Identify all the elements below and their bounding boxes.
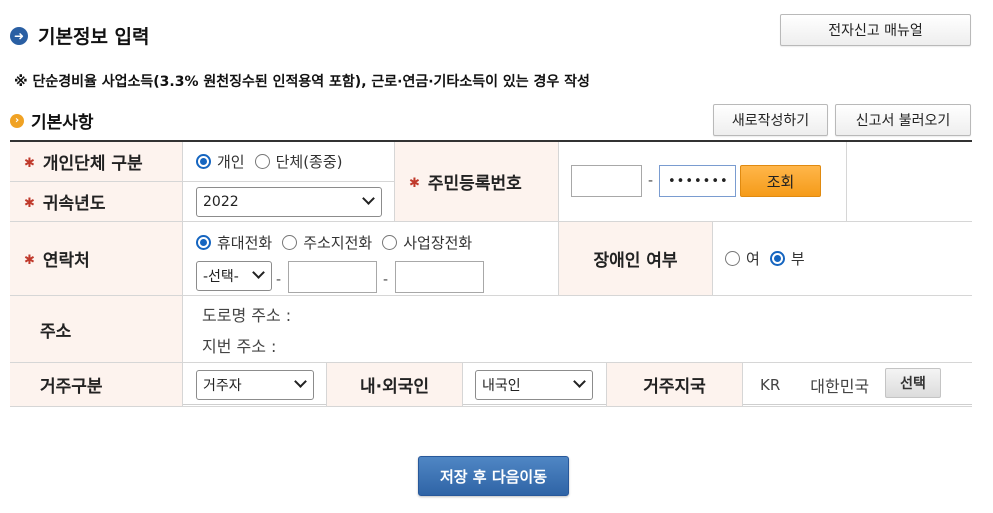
year-value: 2022: [203, 194, 239, 210]
rrn-lookup-button[interactable]: 조회: [740, 165, 821, 197]
residence-value: 거주자: [203, 378, 242, 394]
arrow-circle-icon: ➜: [10, 26, 28, 45]
entity-individual-radio[interactable]: 개인: [196, 151, 245, 172]
required-icon: ✱: [409, 176, 420, 191]
entity-type-label-cell: ✱ 개인단체 구분: [10, 142, 183, 182]
contact-type-options: 휴대전화 주소지전화 사업장전화: [196, 232, 482, 253]
entity-type-label: 개인단체 구분: [42, 154, 143, 174]
entity-type-options: 개인 단체(종중): [183, 142, 395, 182]
disability-no-radio[interactable]: 부: [769, 248, 805, 269]
chevron-down-icon: [252, 266, 265, 279]
year-label-cell: ✱ 귀속년도: [10, 182, 183, 222]
nationality-label: 내·외국인: [359, 377, 430, 397]
road-address: 도로명 주소 :: [202, 305, 292, 325]
phone-separator-1: -: [276, 272, 282, 288]
nationality-select[interactable]: 내국인: [475, 370, 593, 400]
disability-yes-radio[interactable]: 여: [725, 248, 760, 269]
contact-mobile-radio[interactable]: 휴대전화: [196, 232, 272, 253]
contact-work-label: 사업장전화: [403, 234, 473, 252]
country-code: KR: [760, 375, 781, 394]
rrn-front-input[interactable]: [571, 165, 642, 197]
entity-group-radio[interactable]: 단체(종중): [254, 151, 343, 172]
page-title: 기본정보 입력: [38, 26, 150, 48]
save-next-button[interactable]: 저장 후 다음이동: [418, 456, 569, 496]
residence-label: 거주구분: [40, 377, 103, 397]
radio-checked-icon: [196, 154, 211, 169]
rrn-label-cell: ✱ 주민등록번호: [395, 142, 559, 222]
entity-group-label: 단체(종중): [275, 153, 343, 171]
contact-mobile-label: 휴대전화: [217, 234, 273, 252]
chevron-circle-icon: ›: [10, 113, 24, 128]
residence-label-cell: 거주구분: [10, 363, 183, 407]
required-icon: ✱: [24, 196, 35, 211]
phone-separator-2: -: [383, 272, 389, 288]
residence-select[interactable]: 거주자: [196, 370, 314, 400]
disability-no-label: 부: [790, 250, 805, 268]
phone-middle-input[interactable]: [288, 261, 377, 293]
country-select-button[interactable]: 선택: [885, 368, 941, 398]
chevron-down-icon: [294, 375, 307, 388]
radio-checked-icon: [196, 235, 211, 250]
disability-label-cell: 장애인 여부: [559, 222, 713, 296]
radio-unchecked-icon: [254, 154, 270, 169]
radio-unchecked-icon: [282, 235, 298, 250]
page-header: ➜ 기본정보 입력: [10, 22, 150, 49]
radio-unchecked-icon: [382, 235, 398, 250]
contact-home-label: 주소지전화: [303, 234, 373, 252]
disability-yes-label: 여: [746, 250, 760, 268]
load-form-button[interactable]: 신고서 불러오기: [835, 104, 971, 136]
address-cell: 도로명 주소 : 지번 주소 :: [183, 296, 972, 363]
address-label: 주소: [40, 321, 72, 342]
disability-options: 여 부: [713, 222, 972, 296]
contact-work-radio[interactable]: 사업장전화: [382, 232, 472, 253]
country-label: 거주지국: [643, 377, 706, 397]
country-name: 대한민국: [810, 376, 870, 396]
basic-info-form: ✱ 개인단체 구분 개인 단체(종중) ✱ 귀속년도 2022 ✱ 주민등록번호…: [10, 140, 972, 407]
phone-prefix-select[interactable]: -선택-: [196, 261, 272, 291]
entity-individual-label: 개인: [217, 153, 245, 171]
chevron-down-icon: [362, 192, 375, 205]
year-select[interactable]: 2022: [196, 187, 382, 217]
section-title: 기본사항: [31, 113, 94, 133]
country-label-cell: 거주지국: [607, 363, 743, 407]
contact-home-radio[interactable]: 주소지전화: [282, 232, 372, 253]
new-form-button[interactable]: 새로작성하기: [713, 104, 828, 136]
phone-prefix-value: -선택-: [203, 269, 239, 285]
nationality-label-cell: 내·외국인: [327, 363, 463, 407]
radio-checked-icon: [769, 251, 785, 266]
chevron-down-icon: [573, 375, 586, 388]
address-label-cell: 주소: [10, 296, 183, 363]
contact-label-cell: ✱ 연락처: [10, 222, 183, 296]
radio-unchecked-icon: [725, 251, 740, 266]
contact-label: 연락처: [42, 251, 90, 271]
nationality-value: 내국인: [482, 378, 521, 394]
disability-label: 장애인 여부: [593, 251, 678, 271]
rrn-back-input[interactable]: •••••••: [659, 165, 736, 197]
manual-button[interactable]: 전자신고 매뉴얼: [780, 14, 971, 46]
rrn-label: 주민등록번호: [427, 174, 522, 194]
lot-address: 지번 주소 :: [202, 336, 277, 356]
required-icon: ✱: [24, 253, 35, 268]
required-icon: ✱: [24, 156, 35, 171]
phone-last-input[interactable]: [395, 261, 484, 293]
rrn-separator: -: [648, 173, 654, 189]
notice-text: ※ 단순경비율 사업소득(3.3% 원천징수된 인적용역 포함), 근로·연금·…: [14, 74, 590, 90]
year-label: 귀속년도: [42, 194, 106, 214]
section-header: › 기본사항: [10, 108, 94, 133]
rrn-empty-cell: [847, 142, 972, 222]
